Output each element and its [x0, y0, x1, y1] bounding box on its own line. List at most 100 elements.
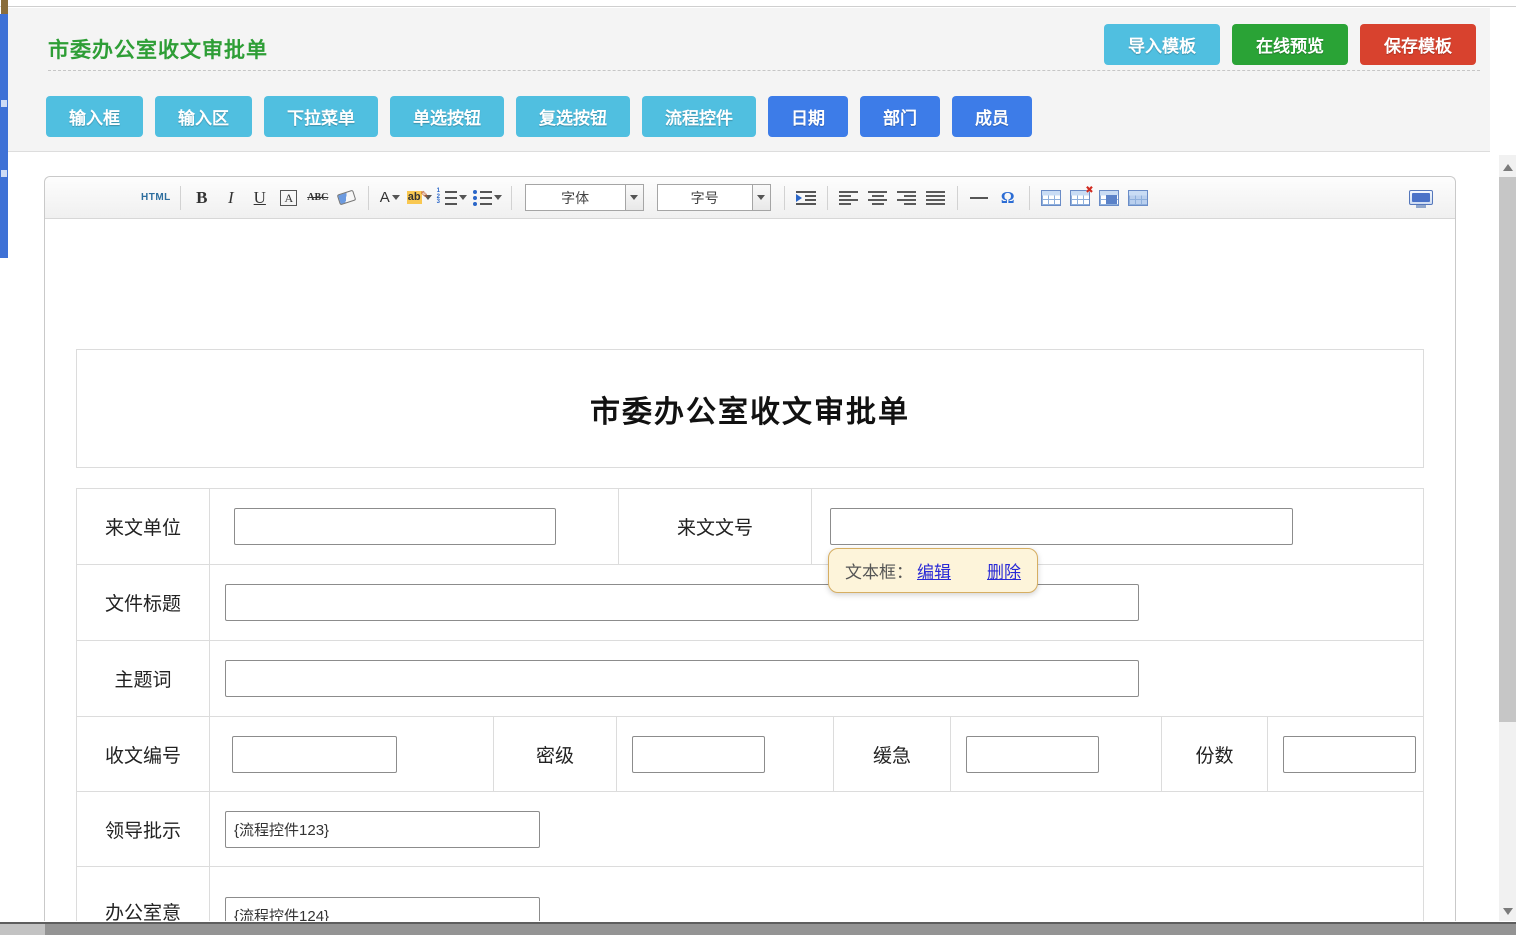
table-row: 收文编号 密级 缓急 份数: [77, 716, 1423, 791]
header-panel: 市委办公室收文审批单 导入模板 在线预览 保存模板 输入框 输入区 下拉菜单 单…: [8, 8, 1490, 152]
add-date-button[interactable]: 日期: [768, 96, 848, 137]
align-center-button[interactable]: [866, 185, 890, 211]
import-template-button[interactable]: 导入模板: [1104, 24, 1220, 65]
online-preview-button[interactable]: 在线预览: [1232, 24, 1348, 65]
delete-table-button[interactable]: ✖: [1068, 185, 1092, 211]
toolbar-separator: [957, 186, 958, 210]
align-center-icon: [868, 190, 887, 205]
source-unit-cell: [209, 489, 618, 564]
remove-format-button[interactable]: [335, 185, 359, 211]
html-source-button[interactable]: HTML: [141, 185, 171, 211]
vertical-scrollbar[interactable]: [1499, 155, 1516, 921]
add-checkbox-button[interactable]: 复选按钮: [516, 96, 630, 137]
font-family-select[interactable]: 字体: [525, 184, 644, 211]
keywords-label: 主题词: [77, 641, 209, 716]
source-unit-input[interactable]: [234, 508, 556, 545]
align-justify-button[interactable]: [924, 185, 948, 211]
form-fields-table: 来文单位 来文文号 文件标题 主题词 收文编号 密: [76, 488, 1424, 921]
bold-button[interactable]: B: [190, 185, 214, 211]
add-input-box-button[interactable]: 输入框: [46, 96, 143, 137]
underline-button[interactable]: U: [248, 185, 272, 211]
chevron-down-icon: [757, 195, 765, 200]
cell-properties-button[interactable]: [1126, 185, 1150, 211]
leader-note-input[interactable]: [225, 811, 540, 848]
scrollbar-thumb[interactable]: [1499, 177, 1516, 722]
indent-button[interactable]: [794, 185, 818, 211]
chevron-down-icon: [392, 195, 400, 200]
doc-number-label: 来文文号: [618, 489, 811, 564]
strikethrough-button[interactable]: ABC: [306, 185, 330, 211]
rich-text-editor: HTML B I U A ABC A ab✎ 123 字体 字号 Ω ✖ 市委办…: [44, 176, 1456, 921]
window-bottom-edge: [0, 922, 1516, 935]
fullscreen-button[interactable]: [1409, 188, 1433, 208]
italic-button[interactable]: I: [219, 185, 243, 211]
editor-toolbar: HTML B I U A ABC A ab✎ 123 字体 字号 Ω ✖: [45, 177, 1455, 219]
copies-cell: [1267, 717, 1423, 791]
toolbar-separator: [784, 186, 785, 210]
leader-note-cell: [209, 792, 1423, 866]
unordered-list-button[interactable]: [472, 185, 502, 211]
insert-table-button[interactable]: [1039, 185, 1063, 211]
horizontal-rule-button[interactable]: [967, 185, 991, 211]
scroll-up-icon[interactable]: [1503, 164, 1513, 171]
add-member-button[interactable]: 成员: [952, 96, 1032, 137]
toolbar-separator: [1029, 186, 1030, 210]
strip-fleck: [1, 100, 7, 107]
office-opinion-cell: [209, 867, 1423, 921]
horizontal-rule-icon: [970, 197, 988, 199]
urgency-input[interactable]: [966, 736, 1099, 773]
highlight-color-button[interactable]: ab✎: [407, 185, 432, 211]
align-right-icon: [897, 190, 916, 205]
font-color-button[interactable]: A: [378, 185, 402, 211]
special-char-button[interactable]: Ω: [996, 185, 1020, 211]
eraser-icon: [337, 190, 357, 206]
boxed-a-icon: A: [280, 190, 297, 206]
toolbar-separator: [827, 186, 828, 210]
table-properties-button[interactable]: [1097, 185, 1121, 211]
doc-title-cell: [209, 565, 1423, 640]
toolbar-separator: [511, 186, 512, 210]
secrecy-input[interactable]: [632, 736, 765, 773]
chevron-down-icon: [630, 195, 638, 200]
office-opinion-label: 办公室意见: [77, 867, 209, 921]
tooltip-label: 文本框：: [845, 558, 913, 583]
toolbar-separator: [368, 186, 369, 210]
add-textarea-button[interactable]: 输入区: [155, 96, 252, 137]
secrecy-cell: [616, 717, 833, 791]
chevron-down-icon: [494, 195, 502, 200]
strip-fleck: [1, 170, 7, 177]
format-paint-button[interactable]: A: [277, 185, 301, 211]
source-unit-label: 来文单位: [77, 489, 209, 564]
urgency-label: 缓急: [833, 717, 950, 791]
align-left-icon: [839, 190, 858, 205]
align-right-button[interactable]: [895, 185, 919, 211]
table-row: 文件标题: [77, 564, 1423, 640]
font-size-select[interactable]: 字号: [657, 184, 771, 211]
scroll-down-icon[interactable]: [1503, 908, 1513, 915]
ordered-list-button[interactable]: 123: [437, 185, 467, 211]
add-flow-control-button[interactable]: 流程控件: [642, 96, 756, 137]
edit-widget-link[interactable]: 编辑: [917, 558, 951, 583]
pencil-icon: ✎: [420, 189, 428, 202]
save-template-button[interactable]: 保存模板: [1360, 24, 1476, 65]
office-opinion-input[interactable]: [225, 897, 540, 921]
add-radio-button[interactable]: 单选按钮: [390, 96, 504, 137]
receipt-no-input[interactable]: [232, 736, 397, 773]
delete-widget-link[interactable]: 删除: [987, 558, 1021, 583]
table-row: 主题词: [77, 640, 1423, 716]
receipt-no-label: 收文编号: [77, 717, 209, 791]
template-actions: 导入模板 在线预览 保存模板: [1104, 24, 1476, 65]
add-department-button[interactable]: 部门: [860, 96, 940, 137]
indent-icon: [796, 190, 816, 205]
add-dropdown-button[interactable]: 下拉菜单: [264, 96, 378, 137]
table-grid-icon: [1128, 190, 1148, 206]
receipt-no-cell: [209, 717, 493, 791]
doc-number-input[interactable]: [830, 508, 1293, 545]
align-left-button[interactable]: [837, 185, 861, 211]
table-icon: [1041, 190, 1061, 206]
copies-input[interactable]: [1283, 736, 1416, 773]
toolbar-separator: [180, 186, 181, 210]
table-row: 来文单位 来文文号: [77, 489, 1423, 564]
keywords-input[interactable]: [225, 660, 1139, 697]
widget-buttons: 输入框 输入区 下拉菜单 单选按钮 复选按钮 流程控件 日期 部门 成员: [46, 96, 1032, 137]
